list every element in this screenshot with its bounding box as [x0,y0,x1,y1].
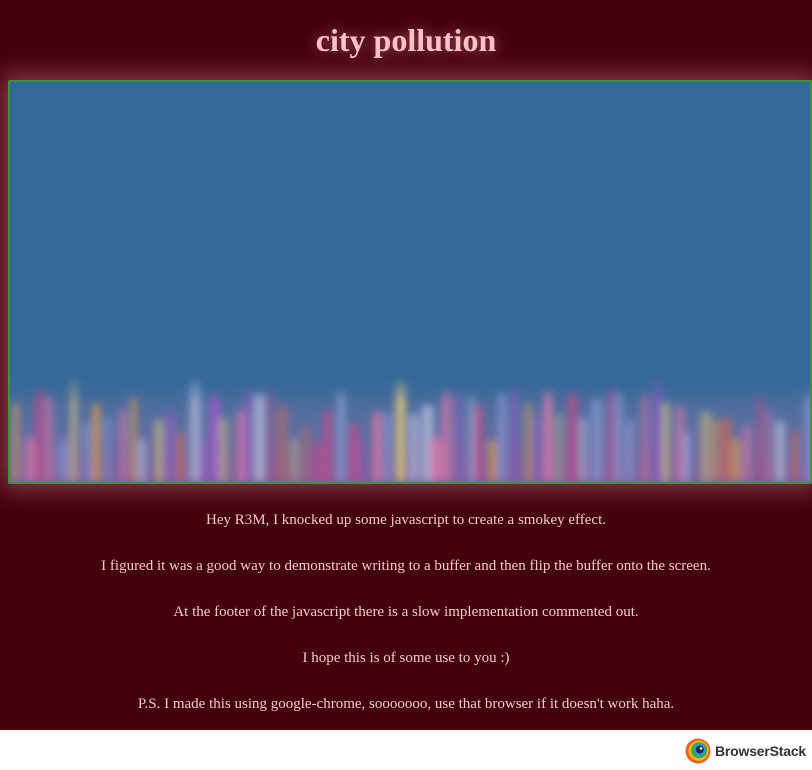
smoke-streak [291,438,299,482]
smoke-streak [456,391,462,482]
smoke-streak [165,410,174,482]
description-paragraph: I hope this is of some use to you :) [302,650,510,666]
description-paragraph: Hey R3M, I knocked up some javascript to… [205,512,606,528]
smoke-streak [92,403,100,482]
smoke-streak [209,393,220,482]
smoke-streak [711,417,719,482]
description: Hey R3M, I knocked up some javascript to… [0,508,812,738]
smoke-streak [675,405,685,482]
smoke-effect-graphic [10,82,810,482]
smoke-streak [441,389,453,482]
smoke-streak [792,430,798,482]
smoke-streak [373,411,381,482]
browserstack-logo-icon [685,738,711,764]
smoke-streak [641,392,649,482]
smoke-canvas [8,80,812,484]
smoke-streak [302,425,310,482]
smoke-streak [742,425,752,482]
smoke-streak [533,413,543,482]
smoke-streak [776,420,785,482]
smoke-streak [468,395,475,482]
description-paragraph: I figured it was a good way to demonstra… [101,558,711,574]
smoke-streak [699,410,711,482]
smoke-streak [719,417,732,482]
smoke-streak [254,392,265,482]
smoke-streak [591,398,603,482]
smoke-streak [312,441,322,482]
smoke-streak [218,416,228,482]
smoke-streak [430,436,443,482]
smoke-streak [555,413,563,482]
smoke-streak [626,419,634,482]
smoke-streak [176,432,184,482]
smoke-streak [803,389,810,482]
smoke-streak [83,422,90,482]
smoke-streak [755,395,765,482]
smoke-streak [567,391,579,482]
smoke-streak [475,405,483,482]
browserstack-brand-text: BrowserStack [715,743,806,759]
smoke-streak [337,390,345,482]
browserstack-logo[interactable]: BrowserStack [685,737,806,765]
smoke-streak [766,409,772,482]
smoke-streak [732,438,741,482]
description-paragraph: At the footer of the javascript there is… [173,604,639,620]
smoke-streak [662,402,669,482]
smoke-streak [525,402,532,482]
smoke-streak [12,402,19,482]
smoke-streak [104,417,111,482]
smoke-streak [276,404,288,482]
smoke-streak [384,412,391,482]
smoke-streak [580,417,587,482]
smoke-streak [543,390,553,482]
smoke-streak [409,412,419,482]
page: city pollution Hey R3M, I knocked up som… [0,0,812,730]
description-paragraph: P.S. I made this using google-chrome, so… [137,696,675,712]
smoke-streak [154,419,163,482]
smoke-streak [138,438,147,482]
smoke-streak [358,437,365,482]
smoke-streak [614,391,624,482]
smoke-streak [498,390,506,482]
smoke-streak [488,439,497,482]
smoke-streak [119,409,127,482]
smoke-streak [57,438,70,482]
page-title: city pollution [315,22,497,58]
smoke-streak [683,432,691,482]
smoke-streak [350,423,358,482]
smoke-streak [130,396,137,482]
smoke-streak [198,440,207,482]
smoke-streak [46,394,53,482]
smoke-streak [323,408,332,482]
smoke-streak [24,436,36,482]
